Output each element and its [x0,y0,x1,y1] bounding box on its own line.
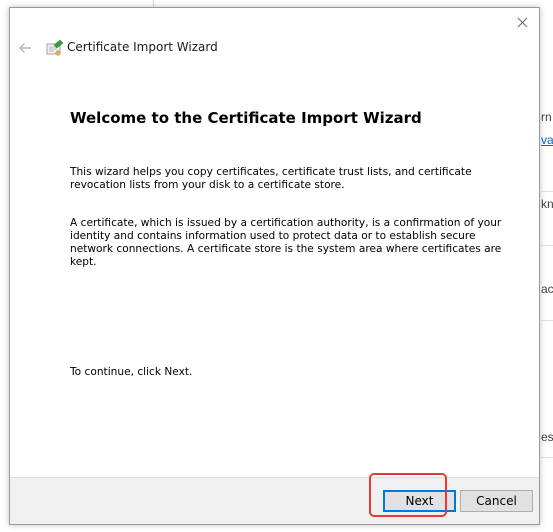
back-button[interactable] [15,39,35,57]
continue-instruction: To continue, click Next. [70,366,193,378]
next-button[interactable]: Next [383,490,456,512]
background-text: es [541,430,553,444]
background-link[interactable]: va [541,133,553,147]
background-text: kn [541,197,553,211]
background-separator [541,457,553,458]
background-separator [541,320,553,321]
background-text: rn [541,110,552,124]
certificate-import-wizard-dialog: Certificate Import Wizard Welcome to the… [9,7,540,525]
dialog-title: Certificate Import Wizard [67,40,218,54]
background-text: ac [541,282,553,296]
cancel-button[interactable]: Cancel [460,490,533,512]
certificate-explanation-paragraph: A certificate, which is issued by a cert… [70,217,502,268]
intro-paragraph: This wizard helps you copy certificates,… [70,166,472,191]
back-arrow-icon [19,43,31,53]
close-icon [517,17,527,27]
background-separator [541,191,553,192]
wizard-heading: Welcome to the Certificate Import Wizard [70,109,422,127]
certificate-icon [46,39,64,56]
close-button[interactable] [511,12,533,32]
dialog-footer: Next Cancel [10,477,539,524]
background-separator [541,245,553,246]
